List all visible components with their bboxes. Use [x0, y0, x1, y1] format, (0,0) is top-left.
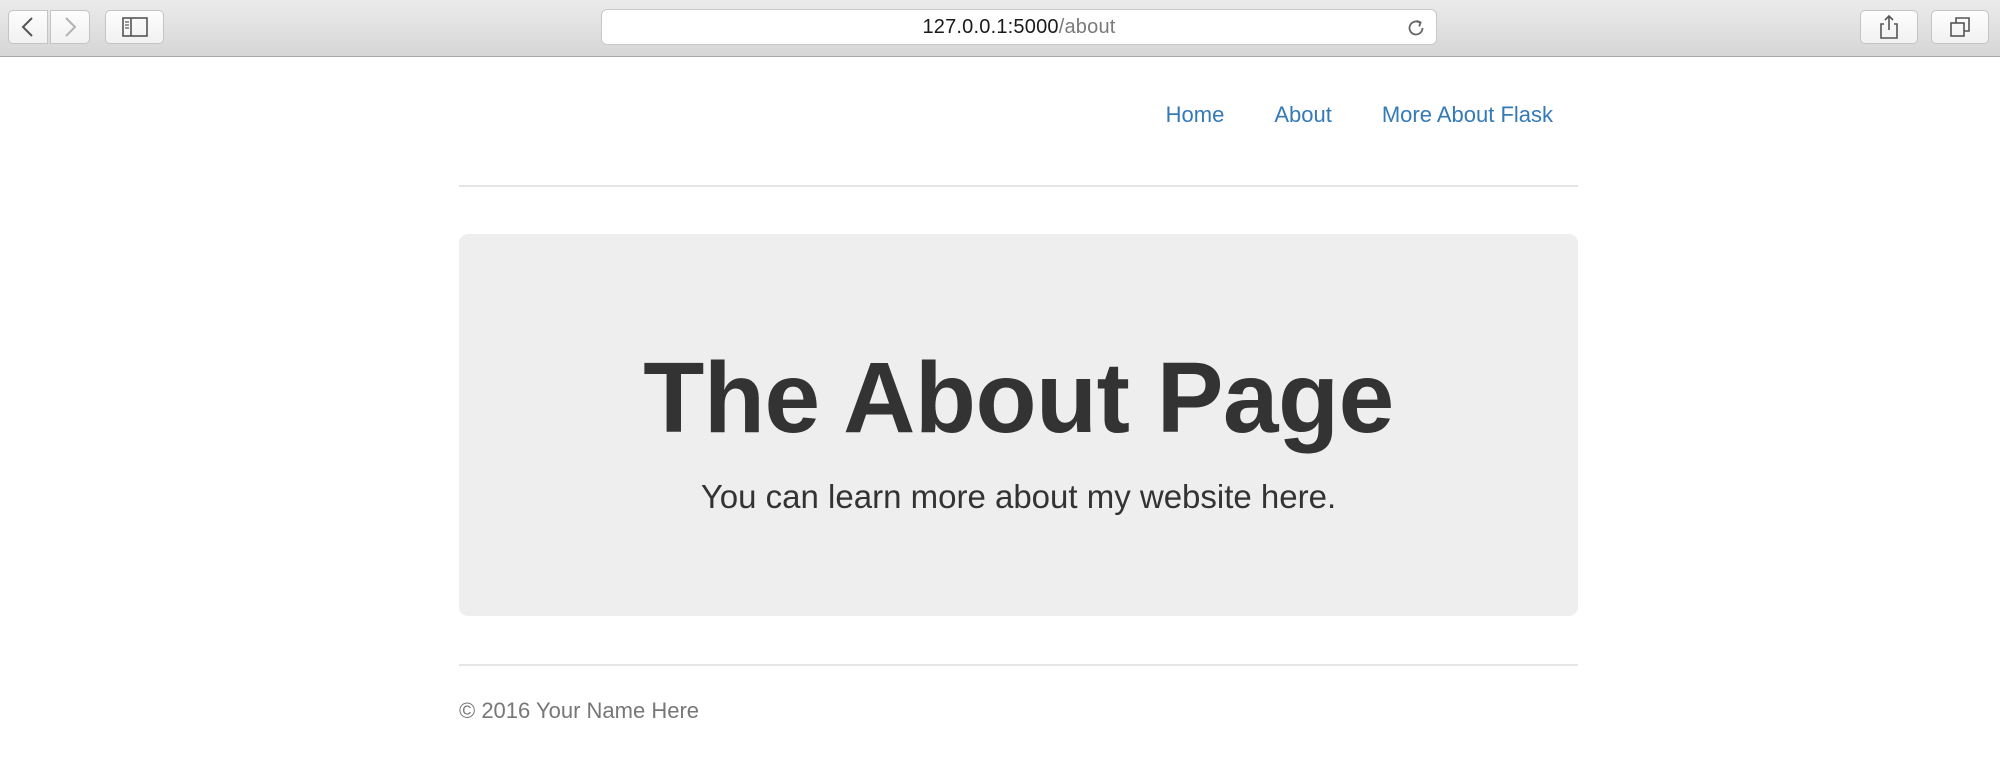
- share-icon: [1880, 14, 1898, 39]
- back-button[interactable]: [8, 10, 48, 44]
- nav-item-more-about-flask: More About Flask: [1357, 92, 1578, 138]
- nav-link-more-about-flask[interactable]: More About Flask: [1357, 92, 1578, 138]
- browser-toolbar: 127.0.0.1:5000/about: [0, 0, 2000, 57]
- page-header: Home About More About Flask: [459, 57, 1578, 187]
- reload-icon[interactable]: [1405, 17, 1427, 39]
- nav-link-about[interactable]: About: [1249, 92, 1357, 138]
- chevron-right-icon: [65, 17, 77, 37]
- nav-menu: Home About More About Flask: [1141, 92, 1578, 138]
- tabs-button[interactable]: [1931, 10, 1989, 44]
- page-title: The About Page: [643, 342, 1394, 454]
- address-bar[interactable]: 127.0.0.1:5000/about: [601, 9, 1437, 45]
- sidebar-icon: [121, 17, 148, 37]
- footer-text: © 2016 Your Name Here: [459, 698, 700, 723]
- forward-button[interactable]: [50, 10, 90, 44]
- sidebar-button[interactable]: [105, 10, 164, 44]
- nav-item-home: Home: [1141, 92, 1250, 138]
- chevron-left-icon: [21, 17, 33, 37]
- page-footer: © 2016 Your Name Here: [459, 664, 1578, 724]
- jumbotron: The About Page You can learn more about …: [459, 234, 1578, 616]
- tabs-icon: [1950, 17, 1970, 37]
- page-container: Home About More About Flask The About Pa…: [459, 57, 1578, 724]
- url-host: 127.0.0.1:5000: [922, 15, 1059, 38]
- share-button[interactable]: [1860, 10, 1918, 44]
- nav-item-about: About: [1249, 92, 1357, 138]
- url-path: /about: [1058, 15, 1116, 38]
- lead-text: You can learn more about my website here…: [700, 478, 1337, 515]
- nav-link-home[interactable]: Home: [1141, 92, 1250, 138]
